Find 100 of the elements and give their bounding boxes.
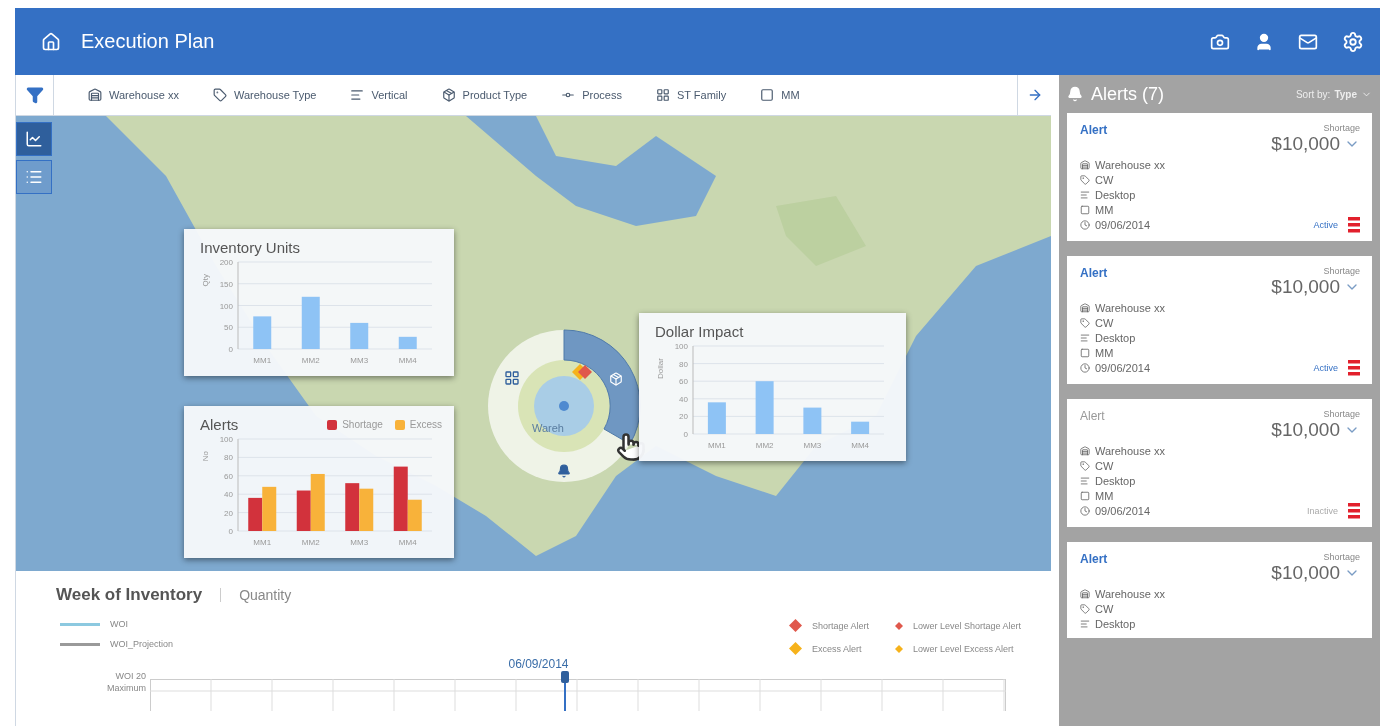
bars-icon bbox=[350, 88, 365, 102]
bar bbox=[296, 490, 311, 531]
tick-label: 100 bbox=[219, 435, 233, 444]
legend-swatch bbox=[327, 419, 338, 430]
detail-text: Warehouse xx bbox=[1095, 302, 1165, 314]
tick-label: 60 bbox=[679, 377, 688, 387]
legend-label: Shortage Alert bbox=[811, 620, 869, 631]
filter-item[interactable]: MM bbox=[760, 88, 800, 102]
square-icon bbox=[1080, 491, 1090, 501]
bar bbox=[398, 336, 417, 349]
detail-text: MM bbox=[1095, 204, 1114, 216]
tick-label: 20 bbox=[224, 508, 233, 518]
square-icon bbox=[1080, 205, 1090, 215]
warehouse-icon bbox=[88, 88, 102, 102]
tick-label: 80 bbox=[679, 359, 688, 369]
detail-text: Warehouse xx bbox=[1095, 588, 1165, 600]
tab[interactable]: Quantity bbox=[239, 587, 292, 603]
bar bbox=[755, 381, 774, 434]
priority-icon bbox=[1348, 217, 1360, 233]
filter-item[interactable]: Warehouse Type bbox=[212, 88, 317, 102]
legend-label: Lower Level Shortage Alert bbox=[912, 620, 1021, 631]
tag-icon bbox=[1080, 318, 1090, 328]
grid-icon[interactable] bbox=[504, 370, 520, 386]
alert-card[interactable]: Alert Shortage $10,000 Warehouse xx CW Desktop bbox=[1067, 542, 1372, 638]
filter-item[interactable]: Warehouse xx bbox=[88, 88, 179, 102]
diamond-icon bbox=[578, 365, 592, 379]
box-icon bbox=[441, 88, 456, 102]
settings-icon[interactable] bbox=[1342, 30, 1364, 53]
bar bbox=[248, 497, 263, 531]
category-label: MM2 bbox=[755, 441, 774, 450]
priority-icon bbox=[1348, 360, 1360, 376]
amount-dropdown[interactable]: $10,000 bbox=[1271, 419, 1360, 441]
alert-title: Alert bbox=[1080, 123, 1108, 139]
detail-text: CW bbox=[1095, 174, 1114, 186]
date-label: 06/09/2014 bbox=[508, 657, 569, 671]
tag-icon bbox=[212, 88, 227, 102]
bars-icon bbox=[1080, 619, 1090, 629]
filter-item[interactable]: Vertical bbox=[350, 88, 408, 102]
alert-title: Alert bbox=[1080, 266, 1108, 282]
tick-label: 100 bbox=[674, 342, 688, 351]
alert-card[interactable]: Alert Shortage $10,000 Warehouse xx CW Desktop MM 09/06/2014 Inactive bbox=[1067, 399, 1372, 527]
axis-label: Qty bbox=[201, 274, 210, 287]
legend-label: Lower Level Excess Alert bbox=[912, 643, 1014, 654]
legend-label: Excess Alert bbox=[811, 643, 862, 654]
tick-label: 0 bbox=[683, 430, 688, 439]
axis-label: No bbox=[201, 451, 210, 462]
tick-label: 100 bbox=[219, 301, 233, 311]
alert-type: Shortage bbox=[1323, 552, 1360, 562]
amount-dropdown[interactable]: $10,000 bbox=[1271, 276, 1360, 298]
amount-dropdown[interactable]: $10,000 bbox=[1271, 133, 1360, 155]
detail-text: Desktop bbox=[1095, 332, 1136, 344]
bar bbox=[803, 407, 822, 434]
detail-text: Warehouse xx bbox=[1095, 445, 1165, 457]
category-label: MM3 bbox=[350, 356, 369, 365]
user-icon[interactable] bbox=[1254, 31, 1274, 52]
bar bbox=[851, 421, 870, 434]
warehouse-icon bbox=[1080, 446, 1090, 456]
app-title: Execution Plan bbox=[81, 30, 216, 53]
alert-card[interactable]: Alert Shortage $10,000 Warehouse xx CW Desktop MM 09/06/2014 Active bbox=[1067, 256, 1372, 384]
detail-text: Desktop bbox=[1095, 189, 1136, 201]
alert-card[interactable]: Alert Shortage $10,000 Warehouse xx CW Desktop MM 09/06/2014 Active bbox=[1067, 113, 1372, 241]
bell-icon[interactable] bbox=[557, 464, 571, 478]
tick-label: 20 bbox=[679, 412, 688, 422]
bars-icon bbox=[1080, 476, 1090, 486]
alert-title: Alert bbox=[1080, 552, 1108, 568]
filter-item[interactable]: Process bbox=[561, 88, 622, 102]
tab[interactable]: Week of Inventory bbox=[56, 585, 203, 605]
tick-label: 50 bbox=[224, 323, 233, 333]
filter-item[interactable]: ST Family bbox=[655, 88, 727, 102]
category-label: MM2 bbox=[301, 538, 320, 547]
chart-view-button[interactable] bbox=[16, 122, 52, 156]
legend-label: Shortage bbox=[342, 419, 383, 430]
bars-icon bbox=[1080, 333, 1090, 343]
location-dot bbox=[559, 401, 569, 411]
clock-icon bbox=[1080, 506, 1090, 516]
list-view-button[interactable] bbox=[16, 160, 52, 194]
bar bbox=[262, 486, 277, 531]
panel-title: Alerts (7) bbox=[1091, 83, 1164, 105]
priority-icon bbox=[1348, 503, 1360, 519]
legend-swatch bbox=[394, 419, 405, 430]
tick-label: 200 bbox=[219, 258, 233, 267]
chart-icon bbox=[25, 130, 43, 148]
home-icon[interactable] bbox=[41, 31, 61, 52]
alert-type: Shortage bbox=[1323, 123, 1360, 133]
detail-text: 09/06/2014 bbox=[1095, 505, 1151, 517]
alert-type: Shortage bbox=[1323, 266, 1360, 276]
filter-item[interactable]: Product Type bbox=[441, 88, 528, 102]
radial-label: Wareh bbox=[532, 422, 564, 434]
amount-dropdown[interactable]: $10,000 bbox=[1271, 562, 1360, 584]
grid-icon bbox=[655, 88, 670, 102]
alert-type: Shortage bbox=[1323, 409, 1360, 419]
bell-icon bbox=[1067, 86, 1083, 102]
square-icon bbox=[1080, 348, 1090, 358]
axis-label: WOI 20 bbox=[115, 671, 146, 681]
bar bbox=[350, 322, 369, 349]
tick-label: 80 bbox=[224, 453, 233, 463]
legend-label: WOI bbox=[110, 619, 128, 629]
chart-title: Alerts bbox=[200, 416, 239, 433]
bar bbox=[345, 483, 360, 531]
category-label: MM2 bbox=[301, 356, 320, 365]
